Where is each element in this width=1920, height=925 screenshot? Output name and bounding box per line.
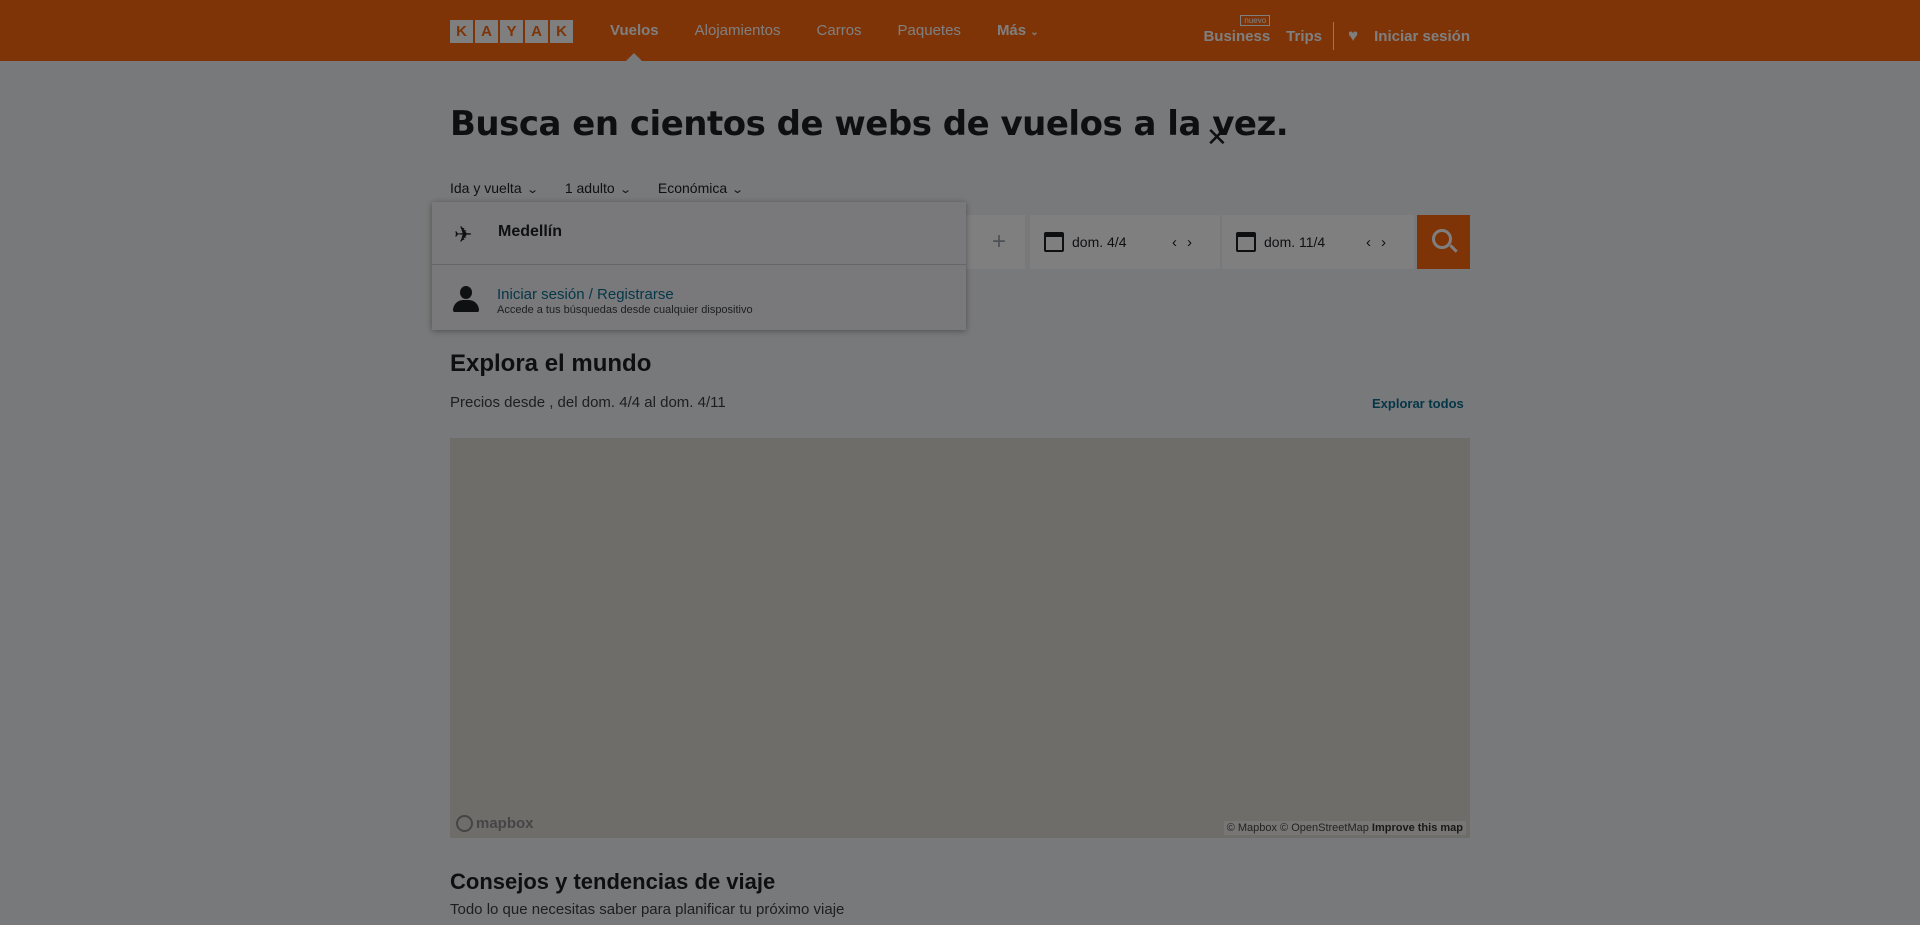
user-icon-body — [453, 300, 479, 312]
modal-overlay[interactable] — [0, 0, 1920, 925]
signin-description: Accede a tus búsquedas desde cualquier d… — [497, 304, 753, 316]
user-icon-head — [460, 286, 472, 299]
origin-dropdown: ✈ Iniciar sesión / Registrarse Accede a … — [432, 202, 966, 330]
origin-input[interactable] — [498, 223, 938, 241]
plane-icon: ✈ — [454, 222, 473, 247]
signin-suggestion[interactable]: Iniciar sesión / Registrarse Accede a tu… — [432, 266, 966, 330]
origin-input-row: ✈ — [432, 202, 966, 265]
user-icon — [452, 286, 480, 314]
signin-register-link[interactable]: Iniciar sesión / Registrarse — [497, 286, 674, 303]
